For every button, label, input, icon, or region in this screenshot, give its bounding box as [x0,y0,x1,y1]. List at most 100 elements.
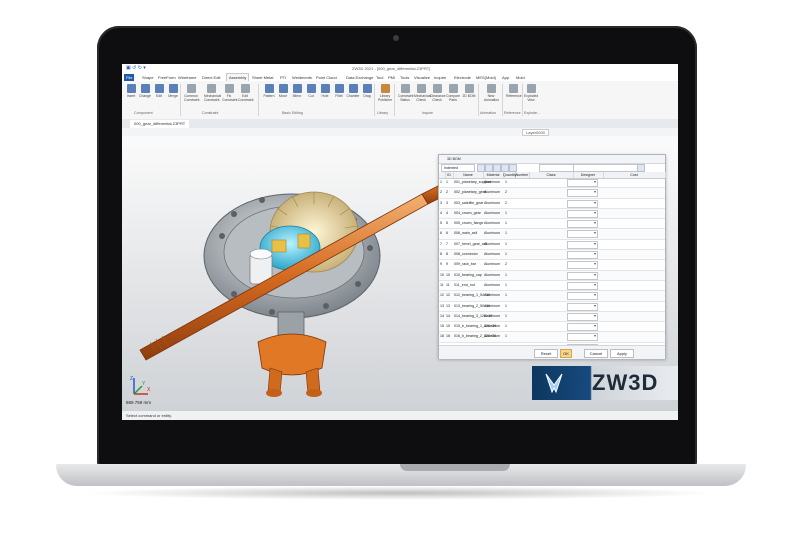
bom-tool-button-1[interactable] [477,164,485,172]
bom-row[interactable]: 10 10 010_bearing_cap Aluminum 1 [439,270,665,281]
tab-data-exchange[interactable]: Data Exchange [344,74,375,81]
tab-pti[interactable]: PTI [278,74,288,81]
tab-tool[interactable]: Tool [374,74,385,81]
ribbon-button-pattern[interactable]: Pattern [262,84,276,98]
bom-row[interactable]: 11 11 011_end_nut Aluminum 1 [439,281,665,292]
tab-inquire[interactable]: Inquire [432,74,448,81]
ribbon-button-fillet[interactable]: Fillet [332,84,346,98]
ribbon-button-clearance-check[interactable]: Clearance Check [430,84,445,102]
bom-tool-button-4[interactable] [501,164,509,172]
bom-class-select[interactable] [567,209,598,218]
ribbon-button-2d-bom[interactable]: 2D BOM [462,84,476,98]
tab-mold[interactable]: Mold [514,74,527,81]
tab-app[interactable]: App [500,74,511,81]
ribbon-button-exploded-view[interactable]: Exploded View [524,84,538,102]
bom-row[interactable]: 2 2 002_planetary_gear Aluminum 2 [439,188,665,199]
bom-search-input[interactable] [573,164,639,172]
bom-cell-quantity: 1 [505,303,507,308]
bom-row[interactable]: 7 7 007_bevel_gear_axil Aluminum 1 [439,240,665,251]
tab-pmi[interactable]: PMI [386,74,397,81]
tab-file[interactable]: File [124,74,135,81]
ribbon-button-common-constraint[interactable]: Common Constraint [184,84,199,102]
ribbon-button-label: Hole [321,94,329,98]
laptop-shadow [80,486,720,500]
tab-point-cloud[interactable]: Point Cloud [314,74,339,81]
ribbon-button-insert[interactable]: Insert [124,84,138,98]
tab-mes-mold-[interactable]: MES(Mold) [474,74,498,81]
bom-row[interactable]: 4 4 004_crown_gear Aluminum 1 [439,208,665,220]
tab-visualize[interactable]: Visualize [412,74,432,81]
bom-filter-select[interactable] [539,164,575,172]
bom-tool-button-5[interactable] [509,164,517,172]
bom-class-select[interactable] [567,220,598,229]
ribbon-button-library-publisher[interactable]: Library Publisher [378,84,392,102]
bom-row[interactable]: 13 13 013_bearing_2_50×16 Aluminum 1 [439,302,665,312]
layer-select[interactable]: Layer0000 [522,129,549,136]
ribbon-button-mirror[interactable]: Mirror [290,84,304,98]
bom-class-select[interactable] [567,230,598,239]
bom-cell-material: Aluminum [484,334,500,339]
bom-cell-id: 8 [446,252,448,257]
triad-y-label: Y [142,381,146,387]
tab-tools[interactable]: Tools [398,74,411,81]
tab-freeform[interactable]: FreeForm [156,74,178,81]
bom-class-select[interactable] [567,199,598,208]
bom-class-select[interactable] [567,312,598,321]
tab-weldments[interactable]: Weldments [290,74,314,81]
bom-tool-button-3[interactable] [493,164,501,172]
bom-class-select[interactable] [567,333,598,342]
bom-class-select[interactable] [567,251,598,260]
bom-class-select[interactable] [567,292,598,301]
reset-button[interactable]: Reset [534,349,558,358]
ribbon-button-edit-constraint[interactable]: Edit Constraint [238,84,253,102]
bom-row[interactable]: 14 14 014_bearing_3_120×16 Aluminum 1 [439,311,665,323]
apply-button[interactable]: Apply [610,349,634,358]
bom-row[interactable]: 15 15 015_b_bearing_1_120×30 Aluminum 1 [439,322,665,333]
ribbon-button-drag[interactable]: Drag [360,84,374,98]
ribbon-button-chamfer[interactable]: Chamfer [346,84,360,98]
ribbon-button-merge[interactable]: Merge [166,84,180,98]
ribbon-button-reference[interactable]: Reference [506,84,522,98]
ribbon-button-fix-constraint[interactable]: Fix Constraint [222,84,237,102]
document-tab[interactable]: 000_gear_differential.Z3PRT [130,120,190,128]
bom-row[interactable]: 16 16 016_b_bearing_2_120×30 Aluminum 1 [439,332,665,343]
tab-electrode[interactable]: Electrode [452,74,473,81]
ribbon-button-edit[interactable]: Edit [152,84,166,98]
bom-class-select[interactable] [567,189,598,198]
tab-direct-edit[interactable]: Direct Edit [200,74,222,81]
filter-icon[interactable] [637,164,645,172]
tab-wireframe[interactable]: Wireframe [176,74,198,81]
tab-assembly[interactable]: Assembly [226,73,250,81]
ribbon-button-new-animation[interactable]: New Animation [484,84,499,102]
quick-access-toolbar[interactable]: ▣ ↺ ↻ ▾ [126,65,146,71]
ok-button[interactable]: OK [560,349,572,358]
bom-row[interactable]: 12 12 012_bearing_1_54×16 Aluminum 1 [439,291,665,302]
tab-shape[interactable]: Shape [140,74,156,81]
bom-row[interactable]: 3 3 003_satellite_gear Aluminum 2 [439,199,665,209]
bom-row[interactable]: 5 5 005_crown_flange Aluminum 1 [439,219,665,230]
bom-mode-select[interactable]: Indented [441,164,475,172]
bom-tool-button-2[interactable] [485,164,493,172]
tab-sheet-metal[interactable]: Sheet Metal [250,74,275,81]
bom-row[interactable]: 8 8 008_connector Aluminum 1 [439,250,665,261]
bom-row[interactable]: 6 6 006_main_axil Aluminum 1 [439,229,665,240]
bom-class-select[interactable] [567,261,598,270]
ribbon-button-mechanical-check[interactable]: Mechanical Check [414,84,431,102]
bom-class-select[interactable] [567,179,598,187]
bom-class-select[interactable] [567,323,598,332]
bom-class-select[interactable] [567,271,598,280]
cancel-button[interactable]: Cancel [584,349,608,358]
bom-class-select[interactable] [567,281,598,290]
window-title: ZW3D 2021 - [000_gear_differential.Z3PRT… [352,66,431,71]
ribbon-button-mechanical-constraint[interactable]: Mechanical Constraint [204,84,221,102]
ribbon-button-hole[interactable]: Hole [318,84,332,98]
ribbon-button-constraint-status[interactable]: Constraint Status [398,84,413,102]
ribbon-button-compare-parts[interactable]: Compare Parts [446,84,460,102]
bom-class-select[interactable] [567,302,598,311]
ribbon-button-cut[interactable]: Cut [304,84,318,98]
ribbon-button-change[interactable]: Change [138,84,152,98]
bom-row[interactable]: 9 9 009_rack_bar Aluminum 2 [439,260,665,271]
ribbon-button-move[interactable]: Move [276,84,290,98]
bom-class-select[interactable] [567,240,598,249]
bom-row[interactable]: 1 1 001_planetary_support Aluminum 1 [439,178,665,189]
